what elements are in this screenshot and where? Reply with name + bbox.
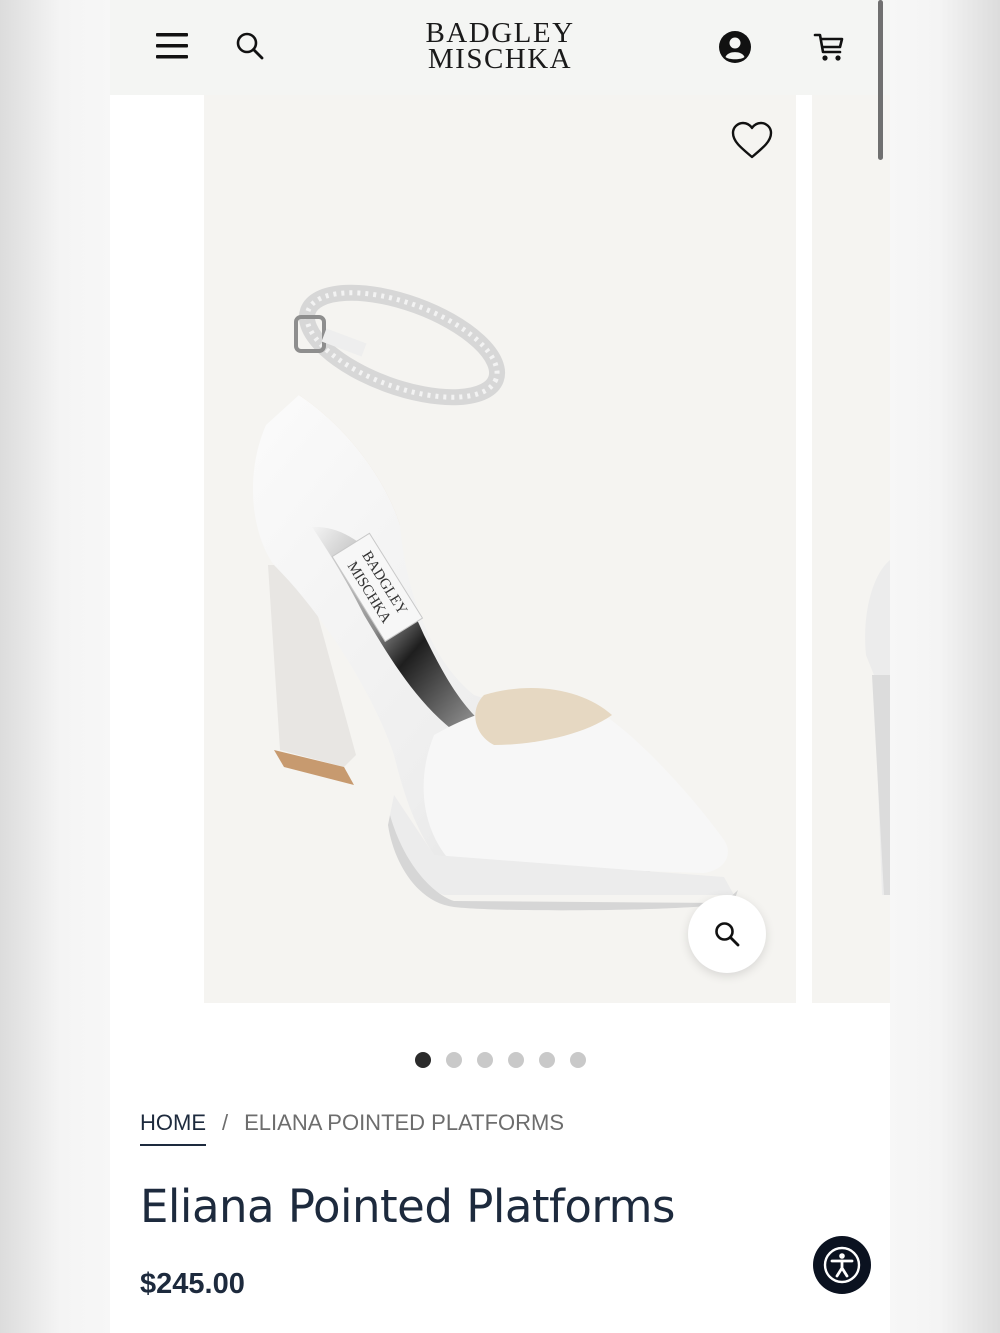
carousel-dot-1[interactable] <box>414 1052 431 1068</box>
accessibility-button[interactable] <box>813 1236 871 1294</box>
carousel-dot-6[interactable] <box>569 1052 586 1068</box>
product-image-next[interactable] <box>812 95 890 1003</box>
heart-icon <box>731 121 773 159</box>
cart-button[interactable] <box>808 26 850 68</box>
wishlist-button[interactable] <box>730 121 774 161</box>
next-shoe-image <box>865 560 890 895</box>
page-scrollbar[interactable] <box>878 0 883 160</box>
zoom-icon <box>715 922 740 947</box>
zoom-button[interactable] <box>688 895 766 973</box>
product-image-main[interactable]: BADGLEY MISCHKA <box>204 95 796 1003</box>
site-header: BADGLEY MISCHKA <box>110 0 890 95</box>
account-icon <box>719 31 751 63</box>
breadcrumb-home-link[interactable]: HOME <box>140 1110 206 1146</box>
carousel-dot-2[interactable] <box>445 1052 462 1068</box>
menu-icon <box>156 33 188 59</box>
product-price: $245.00 <box>140 1268 245 1300</box>
brand-logo[interactable]: BADGLEY MISCHKA <box>400 19 600 75</box>
breadcrumb-separator: / <box>222 1110 229 1135</box>
logo-line-2: MISCHKA <box>427 43 573 75</box>
menu-button[interactable] <box>150 24 194 68</box>
accessibility-icon <box>823 1246 861 1284</box>
shoe-image: BADGLEY MISCHKA <box>252 284 738 911</box>
cart-icon <box>813 33 844 61</box>
product-title: Eliana Pointed Platforms <box>140 1180 675 1233</box>
product-page: BADGLEY MISCHKA BADGLEY MISCHKA HOME / E… <box>110 0 890 1333</box>
carousel-dot-4[interactable] <box>507 1052 524 1068</box>
carousel-dot-5[interactable] <box>538 1052 555 1068</box>
product-image-carousel[interactable]: BADGLEY MISCHKA <box>110 95 890 1003</box>
carousel-pagination <box>110 1052 890 1068</box>
search-icon <box>236 32 264 60</box>
breadcrumb-current: ELIANA POINTED PLATFORMS <box>244 1110 565 1135</box>
carousel-dot-3[interactable] <box>476 1052 493 1068</box>
breadcrumb: HOME / ELIANA POINTED PLATFORMS <box>140 1110 564 1150</box>
search-button[interactable] <box>230 26 270 66</box>
account-button[interactable] <box>714 26 756 68</box>
